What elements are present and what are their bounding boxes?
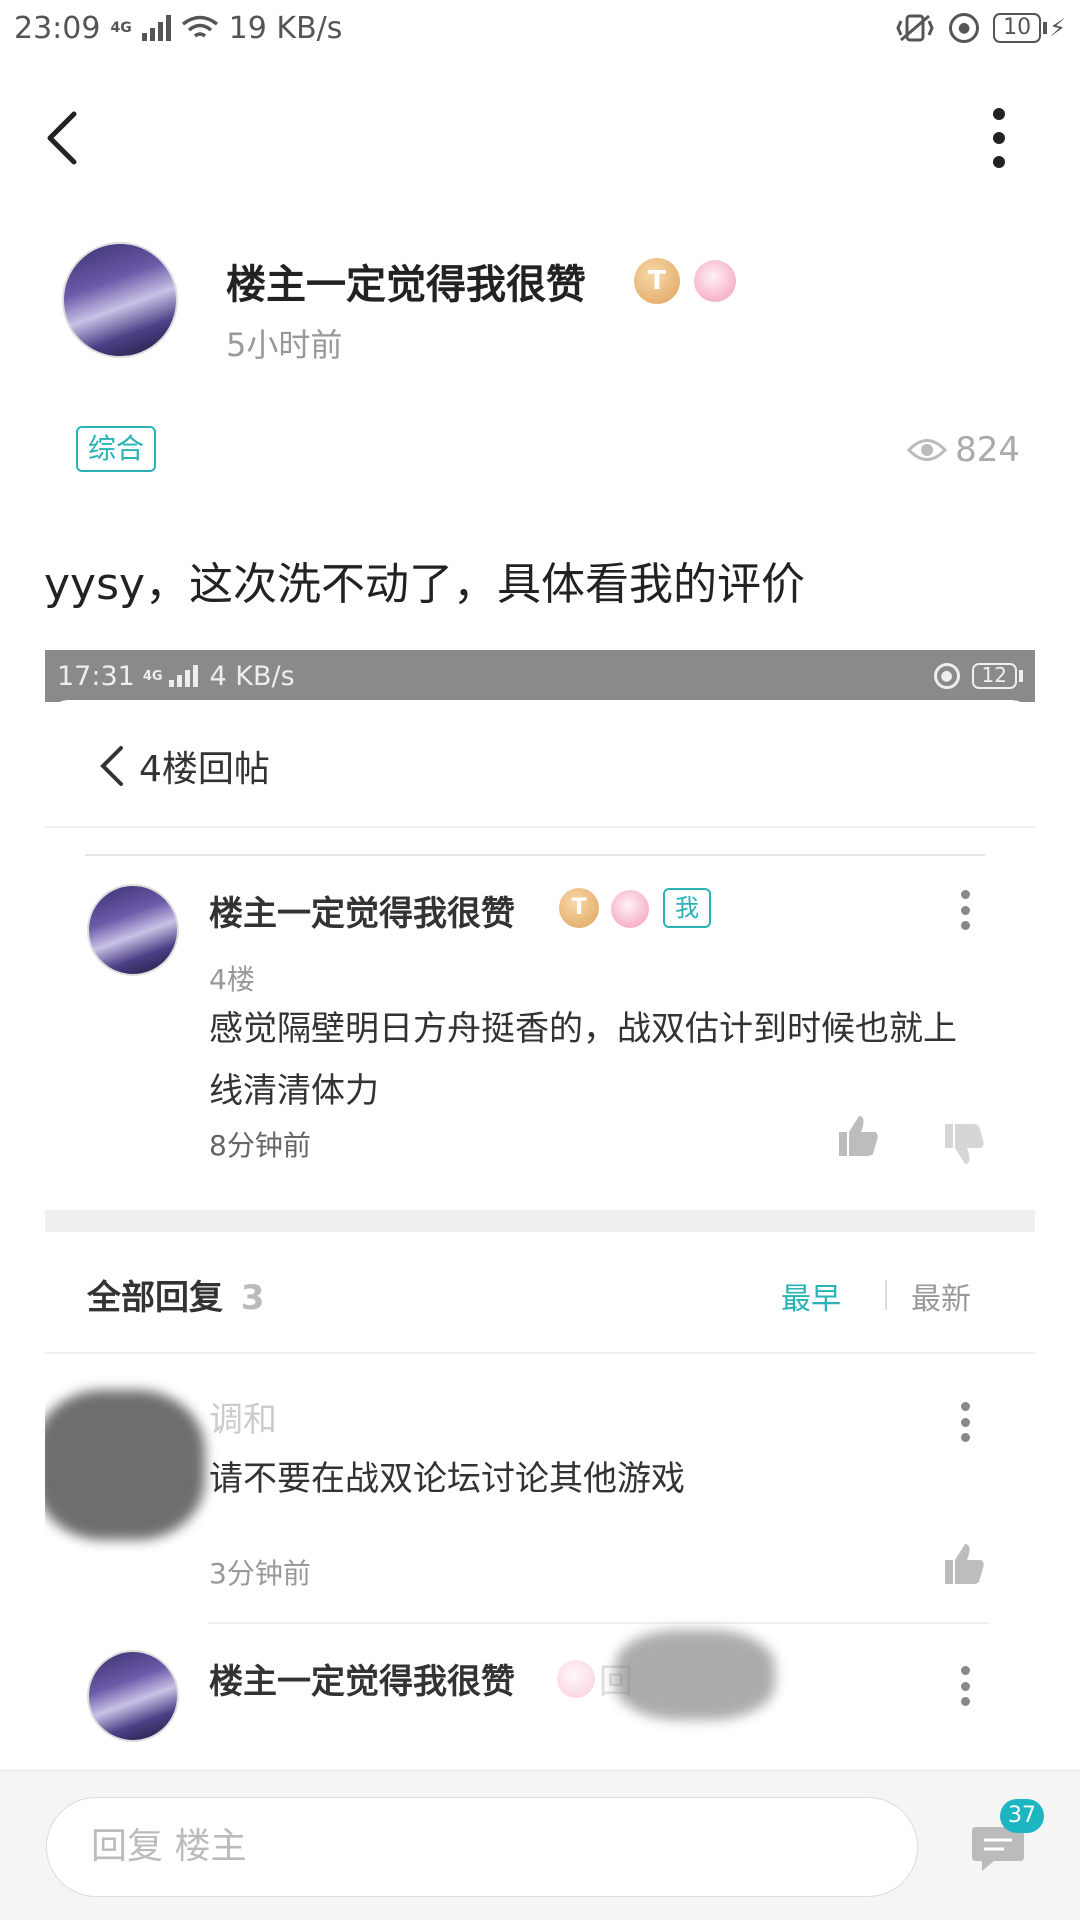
- post-content: yysy，这次洗不动了，具体看我的评价: [44, 559, 806, 610]
- view-count-value: 824: [955, 430, 1020, 470]
- comment-time: 3分钟前: [209, 1557, 311, 1590]
- vibrate-icon: [896, 14, 934, 42]
- role-badge-icon: [694, 260, 736, 302]
- reply-sheet-header: 4楼回帖: [97, 740, 270, 792]
- embedded-back-icon: [100, 746, 123, 786]
- author-avatar[interactable]: [62, 242, 178, 358]
- comment-author-name[interactable]: 调和: [209, 1392, 277, 1441]
- status-bar: 23:09 4G 19 KB/s ● 10 ⚡: [0, 0, 1080, 56]
- reply-time: 8分钟前: [209, 1129, 311, 1162]
- replies-divider: [45, 1352, 1035, 1354]
- embedded-battery-icon: 12: [971, 663, 1023, 689]
- reply-author-name[interactable]: 楼主一定觉得我很赞: [209, 886, 515, 935]
- comment2-more-button[interactable]: [961, 1666, 971, 1706]
- comment-count-badge: 37: [1000, 1799, 1044, 1833]
- reply-author-avatar[interactable]: [87, 884, 179, 976]
- reply-sheet-title: 4楼回帖: [139, 749, 270, 790]
- sort-newest-button[interactable]: 最新: [911, 1274, 971, 1318]
- embedded-network-type: 4G: [142, 668, 163, 684]
- embedded-signal-icon: [168, 665, 198, 687]
- section-divider: [85, 854, 985, 856]
- section-separator: [45, 1210, 1035, 1232]
- dislike-icon[interactable]: [941, 1122, 985, 1166]
- level-badge: T: [634, 258, 680, 304]
- more-options-button[interactable]: [984, 108, 1014, 168]
- reply-floor: 4楼: [209, 963, 255, 996]
- reply-role-badge-icon: [611, 890, 649, 928]
- embedded-screenshot[interactable]: 17:31 4G 4 KB/s ● 12 4楼回帖 楼主一定觉得我很赞 T 我 …: [45, 650, 1035, 1770]
- all-replies-label: 全部回复: [87, 1278, 223, 1318]
- comment2-avatar[interactable]: [87, 1650, 179, 1742]
- comment-like-icon[interactable]: [941, 1542, 985, 1586]
- author-name[interactable]: 楼主一定觉得我很赞: [226, 252, 586, 310]
- comment2-role-badge-icon: [557, 1660, 595, 1698]
- comment-divider: [209, 1622, 989, 1624]
- reply-text: 感觉隔壁明日方舟挺香的，战双估计到时候也就上线清清体力: [209, 1009, 957, 1111]
- sort-separator: [885, 1280, 887, 1310]
- embedded-clock: 17:31: [57, 660, 135, 692]
- back-button[interactable]: [40, 108, 90, 168]
- post-time: 5小时前: [226, 326, 343, 364]
- network-speed: 19 KB/s: [228, 10, 343, 46]
- embedded-status-bar: 17:31 4G 4 KB/s ● 12: [45, 650, 1035, 702]
- all-replies-header: 全部回复 3: [87, 1270, 265, 1319]
- clock: 23:09: [14, 10, 101, 46]
- reply-level-badge: T: [559, 888, 599, 928]
- like-icon[interactable]: [835, 1114, 879, 1158]
- bottom-reply-bar: 回复 楼主 37: [0, 1770, 1080, 1920]
- me-tag: 我: [663, 888, 711, 928]
- reply-more-button[interactable]: [961, 890, 971, 930]
- signal-icon: [141, 15, 171, 41]
- category-tag[interactable]: 综合: [76, 426, 157, 472]
- redaction-scribble-2: [615, 1630, 775, 1720]
- network-type: 4G: [110, 20, 132, 36]
- redaction-scribble: [45, 1390, 205, 1540]
- all-replies-count: 3: [240, 1278, 265, 1318]
- embedded-rotation-lock-icon: ●: [933, 663, 960, 689]
- comment2-author-name[interactable]: 楼主一定觉得我很赞: [209, 1654, 515, 1703]
- view-count: 824: [907, 430, 1020, 470]
- wifi-icon: [181, 15, 218, 38]
- reply-sheet: 4楼回帖 楼主一定觉得我很赞 T 我 4楼 感觉隔壁明日方舟挺香的，战双估计到时…: [45, 700, 1035, 1770]
- sort-earliest-button[interactable]: 最早: [781, 1274, 841, 1318]
- header-divider: [45, 826, 1035, 828]
- reply-input[interactable]: 回复 楼主: [46, 1797, 918, 1897]
- comment-text: 请不要在战双论坛讨论其他游戏: [209, 1459, 685, 1499]
- embedded-speed: 4 KB/s: [209, 660, 295, 692]
- rotation-lock-icon: ●: [949, 13, 980, 43]
- eye-icon: [907, 439, 948, 461]
- comment-more-button[interactable]: [961, 1402, 971, 1442]
- battery-icon: 10 ⚡: [993, 13, 1066, 43]
